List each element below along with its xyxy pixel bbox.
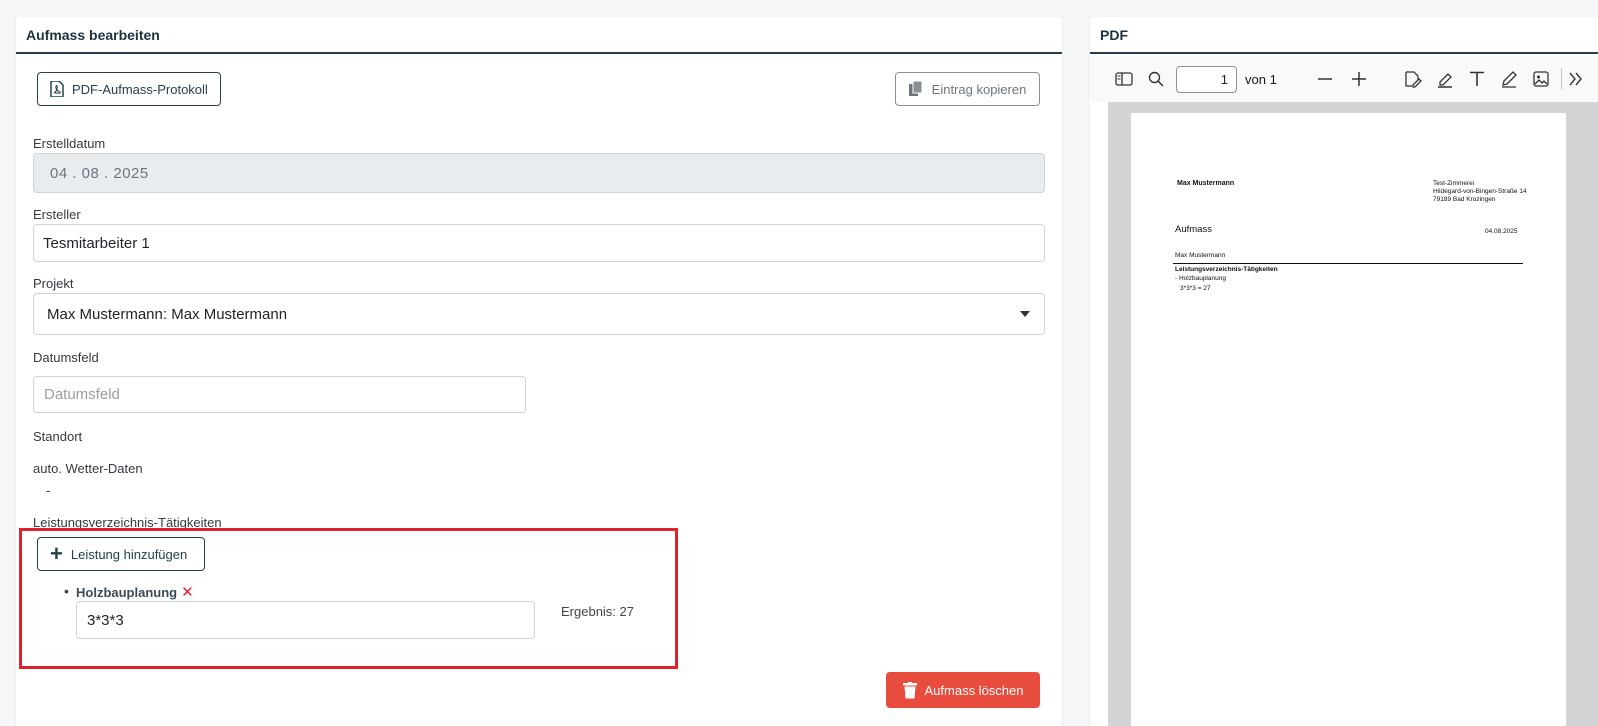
- pdf-item: - Holzbauplanung: [1175, 275, 1226, 282]
- formula-field[interactable]: 3*3*3: [76, 601, 535, 639]
- leistung-item: Holzbauplanung ✕: [76, 583, 194, 601]
- projekt-label: Projekt: [33, 276, 74, 291]
- projekt-selected-value: Max Mustermann: Max Mustermann: [47, 305, 288, 323]
- pdf-card-header: PDF: [1090, 17, 1598, 54]
- datumsfeld-input[interactable]: [44, 386, 525, 403]
- pdf-company-line2: Hildegard-von-Bingen-Straße 14: [1433, 188, 1527, 195]
- datumsfeld-field[interactable]: [33, 376, 526, 413]
- add-leistung-label: Leistung hinzufügen: [70, 546, 188, 562]
- pdf-doc-name: Max Mustermann: [1177, 180, 1235, 187]
- projekt-select[interactable]: Max Mustermann: Max Mustermann: [33, 293, 1045, 335]
- pdf-viewport[interactable]: Max Mustermann Test-Zimmerei Hildegard-v…: [1108, 102, 1598, 726]
- remove-item-icon[interactable]: ✕: [181, 583, 194, 601]
- more-tools-icon[interactable]: [1566, 69, 1586, 89]
- wetter-value: -: [46, 483, 51, 498]
- add-leistung-button[interactable]: + Leistung hinzufügen: [37, 537, 205, 571]
- wetter-label: auto. Wetter-Daten: [33, 461, 143, 476]
- leistung-item-name: Holzbauplanung: [76, 584, 178, 600]
- zoom-out-icon[interactable]: [1315, 69, 1335, 89]
- sidebar-toggle-icon[interactable]: [1114, 69, 1134, 89]
- pdf-protocol-button[interactable]: PDF-Aufmass-Protokoll: [37, 72, 221, 106]
- text-tool-icon[interactable]: [1467, 69, 1487, 89]
- card-title: Aufmass bearbeiten: [26, 26, 160, 43]
- pdf-card-title: PDF: [1100, 26, 1128, 43]
- image-icon[interactable]: [1531, 69, 1551, 89]
- pdf-toolbar: 1 von 1: [1090, 56, 1598, 102]
- pdf-company-line3: 79189 Bad Krozingen: [1433, 196, 1496, 203]
- pdf-company-line1: Test-Zimmerei: [1433, 180, 1475, 187]
- pdf-calc: 3*3*3 = 27: [1180, 285, 1211, 292]
- pdf-date: 04.08.2025: [1485, 228, 1518, 235]
- delete-aufmass-button[interactable]: Aufmass löschen: [886, 672, 1040, 708]
- formula-value: 3*3*3: [87, 611, 124, 629]
- ersteller-field[interactable]: Tesmitarbeiter 1: [33, 224, 1045, 262]
- signature-icon[interactable]: [1403, 69, 1423, 89]
- highlight-icon[interactable]: [1435, 69, 1455, 89]
- copy-entry-label: Eintrag kopieren: [931, 81, 1027, 97]
- pdf-rule: [1173, 263, 1523, 264]
- pdf-file-icon: [50, 81, 64, 97]
- datumsfeld-label: Datumsfeld: [33, 350, 99, 365]
- pdf-heading: Aufmass: [1175, 224, 1212, 235]
- dropdown-caret-icon: [1020, 311, 1030, 317]
- erstelldatum-field: 04 . 08 . 2025: [33, 153, 1045, 193]
- pdf-section: Leistungsverzeichnis-Tätigkeiten: [1175, 266, 1278, 273]
- toolbar-divider: [1560, 68, 1562, 90]
- ersteller-label: Ersteller: [33, 207, 81, 222]
- zoom-in-icon[interactable]: [1349, 69, 1369, 89]
- copy-entry-button[interactable]: Eintrag kopieren: [895, 72, 1040, 106]
- page-count: von 1: [1245, 71, 1277, 87]
- plus-icon: +: [50, 541, 63, 566]
- aufmass-edit-card: Aufmass bearbeiten PDF-Aufmass-Protokoll…: [16, 17, 1062, 726]
- pdf-page: Max Mustermann Test-Zimmerei Hildegard-v…: [1131, 113, 1566, 726]
- standort-label: Standort: [33, 429, 83, 444]
- pdf-protocol-label: PDF-Aufmass-Protokoll: [72, 81, 208, 97]
- page-number-input[interactable]: 1: [1176, 65, 1237, 93]
- delete-aufmass-label: Aufmass löschen: [924, 682, 1024, 698]
- pdf-preview-card: PDF 1 von 1 Max Mustermann Test-Zimmerei…: [1090, 17, 1598, 726]
- pdf-client: Max Mustermann: [1175, 252, 1226, 259]
- card-header: Aufmass bearbeiten: [16, 17, 1062, 54]
- draw-icon[interactable]: [1499, 69, 1519, 89]
- result-text: Ergebnis: 27: [561, 604, 634, 619]
- erstelldatum-label: Erstelldatum: [33, 136, 106, 151]
- trash-icon: [902, 681, 917, 698]
- list-bullet: •: [64, 583, 69, 599]
- search-icon[interactable]: [1146, 69, 1166, 89]
- copy-icon: [908, 80, 923, 96]
